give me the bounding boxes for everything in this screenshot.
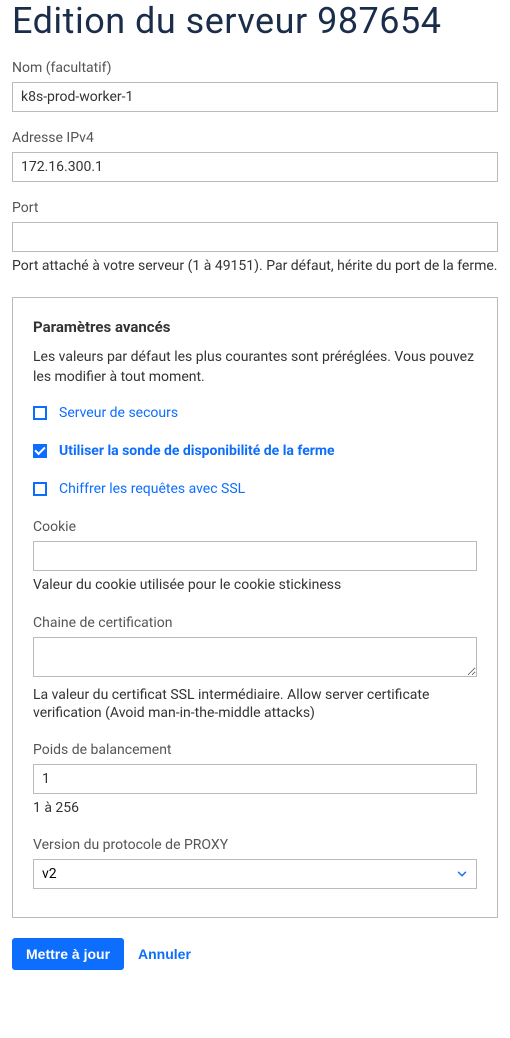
cert-chain-field: Chaine de certification La valeur du cer… (33, 615, 477, 722)
cookie-helper: Valeur du cookie utilisée pour le cookie… (33, 576, 477, 594)
page-title: Edition du serveur 987654 (12, 0, 498, 42)
probe-checkbox[interactable] (33, 444, 47, 458)
advanced-panel: Paramètres avancés Les valeurs par défau… (12, 297, 498, 918)
ipv4-field-group: Adresse IPv4 (12, 130, 498, 182)
backup-checkbox-label: Serveur de secours (59, 405, 178, 421)
proxy-version-label: Version du protocole de PROXY (33, 837, 477, 853)
backup-checkbox-row[interactable]: Serveur de secours (33, 405, 477, 421)
cert-chain-label: Chaine de certification (33, 615, 477, 631)
port-input[interactable] (12, 222, 498, 252)
cancel-button[interactable]: Annuler (138, 946, 191, 962)
name-field-group: Nom (facultatif) (12, 60, 498, 112)
name-input[interactable] (12, 82, 498, 112)
port-label: Port (12, 200, 498, 216)
submit-button[interactable]: Mettre à jour (12, 938, 124, 970)
weight-label: Poids de balancement (33, 742, 477, 758)
weight-helper: 1 à 256 (33, 799, 477, 817)
probe-checkbox-row[interactable]: Utiliser la sonde de disponibilité de la… (33, 443, 477, 459)
port-helper: Port attaché à votre serveur (1 à 49151)… (12, 257, 498, 275)
actions-row: Mettre à jour Annuler (12, 938, 498, 970)
cert-chain-helper: La valeur du certificat SSL intermédiair… (33, 686, 477, 722)
backup-checkbox[interactable] (33, 406, 47, 420)
cookie-field: Cookie Valeur du cookie utilisée pour le… (33, 519, 477, 594)
cookie-label: Cookie (33, 519, 477, 535)
ssl-checkbox[interactable] (33, 482, 47, 496)
ipv4-label: Adresse IPv4 (12, 130, 498, 146)
advanced-title: Paramètres avancés (33, 318, 477, 336)
proxy-version-field: Version du protocole de PROXY v2 (33, 837, 477, 889)
advanced-description: Les valeurs par défaut les plus courante… (33, 348, 477, 387)
cert-chain-input[interactable] (33, 637, 477, 677)
ssl-checkbox-label: Chiffrer les requêtes avec SSL (59, 481, 245, 497)
name-label: Nom (facultatif) (12, 60, 498, 76)
ssl-checkbox-row[interactable]: Chiffrer les requêtes avec SSL (33, 481, 477, 497)
probe-checkbox-label: Utiliser la sonde de disponibilité de la… (59, 443, 335, 459)
weight-input[interactable] (33, 764, 477, 794)
weight-field: Poids de balancement 1 à 256 (33, 742, 477, 817)
ipv4-input[interactable] (12, 152, 498, 182)
proxy-version-select[interactable]: v2 (33, 859, 477, 889)
cookie-input[interactable] (33, 541, 477, 571)
port-field-group: Port Port attaché à votre serveur (1 à 4… (12, 200, 498, 275)
